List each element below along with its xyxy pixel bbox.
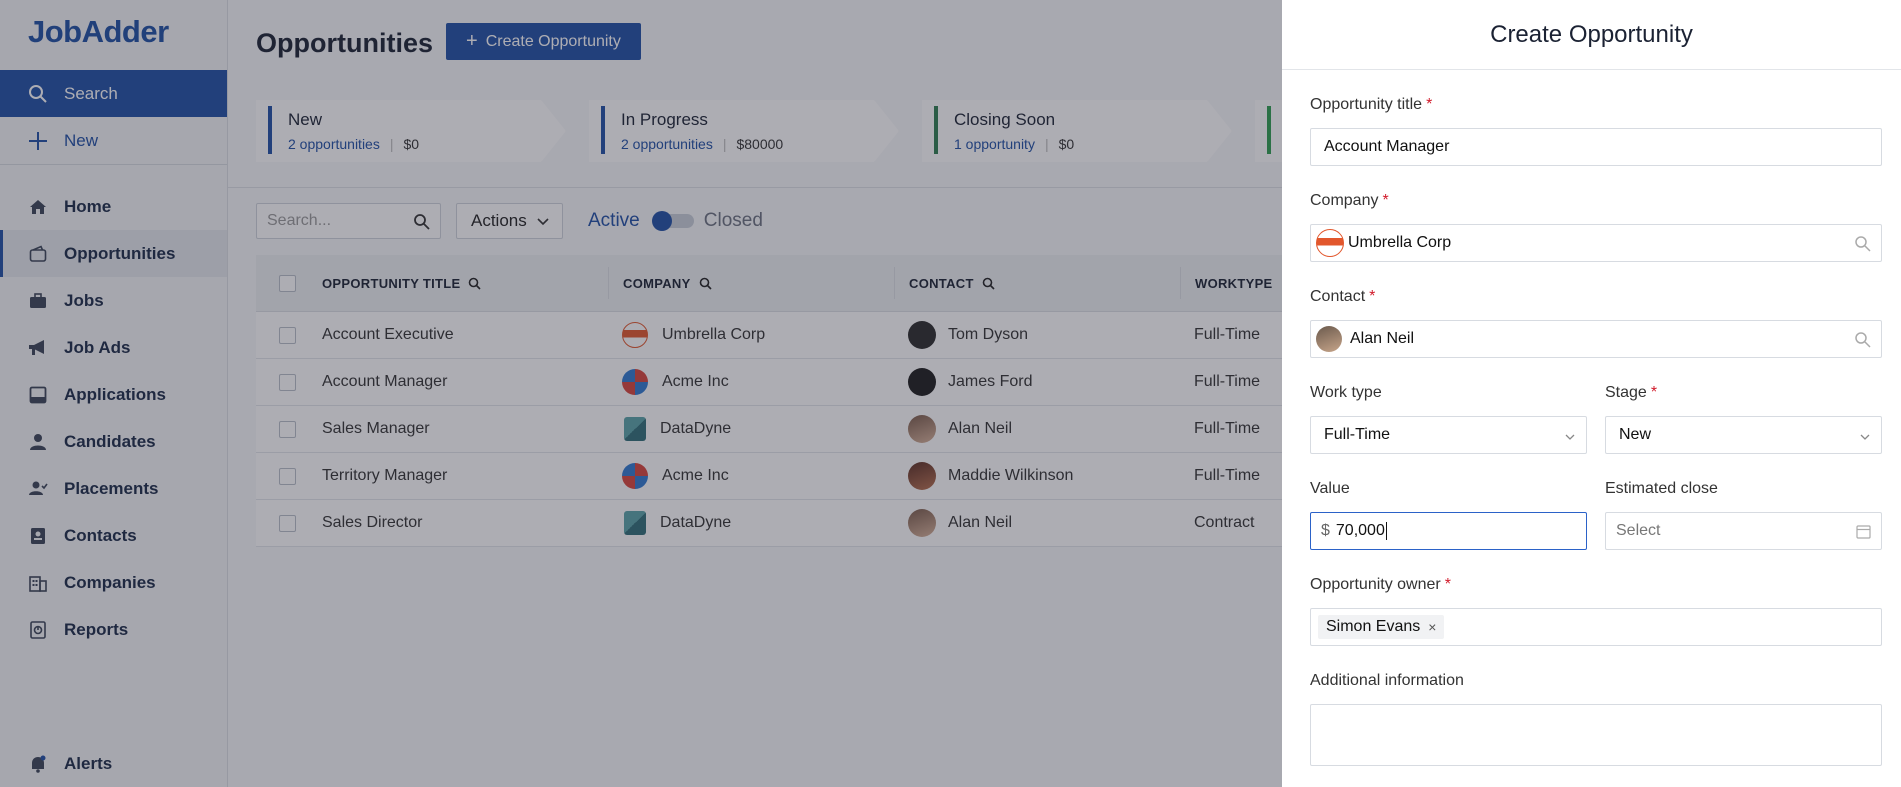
search-icon[interactable] [1854, 235, 1871, 257]
currency-prefix: $ [1321, 522, 1330, 539]
value-input[interactable]: $ 70,000 [1310, 512, 1587, 550]
required-marker: * [1650, 384, 1658, 401]
contact-label: Contact * [1310, 288, 1375, 306]
chip-label: Simon Evans [1326, 618, 1421, 635]
calendar-icon[interactable] [1856, 524, 1871, 544]
opportunity-title-label: Opportunity title * [1310, 96, 1432, 114]
estimated-close-label: Estimated close [1605, 480, 1718, 498]
field-label-text: Work type [1310, 384, 1382, 401]
field-value: 70,000 [1335, 522, 1385, 539]
field-value: New [1619, 426, 1652, 443]
field-label-text: Stage [1605, 384, 1647, 401]
text-caret [1385, 522, 1387, 540]
field-placeholder: Select [1616, 522, 1661, 539]
company-field[interactable]: Umbrella Corp [1310, 224, 1882, 262]
required-marker: * [1426, 96, 1433, 113]
field-value: Umbrella Corp [1348, 234, 1452, 251]
opportunity-owner-field[interactable]: Simon Evans × [1310, 608, 1882, 646]
additional-information-label: Additional information [1310, 672, 1464, 690]
field-label-text: Contact [1310, 288, 1366, 305]
required-marker: * [1382, 192, 1389, 209]
field-value: Account Manager [1324, 138, 1450, 155]
search-icon[interactable] [1854, 331, 1871, 353]
contact-field[interactable]: Alan Neil [1310, 320, 1882, 358]
field-label-text: Company [1310, 192, 1379, 209]
work-type-select[interactable]: Full-Time [1310, 416, 1587, 454]
required-marker: * [1444, 576, 1451, 593]
drawer-title: Create Opportunity [1282, 0, 1901, 70]
close-icon[interactable]: × [1428, 619, 1436, 635]
field-value: Full-Time [1324, 426, 1391, 443]
estimated-close-datepicker[interactable]: Select [1605, 512, 1882, 550]
opportunity-owner-label: Opportunity owner * [1310, 576, 1451, 594]
field-label-text: Value [1310, 480, 1350, 497]
create-opportunity-drawer: Create Opportunity Opportunity title * Ac… [1282, 0, 1901, 787]
company-label: Company * [1310, 192, 1389, 210]
modal-overlay[interactable] [0, 0, 1282, 787]
chevron-down-icon [1859, 430, 1871, 448]
avatar [1316, 326, 1342, 352]
additional-information-textarea[interactable] [1310, 704, 1882, 766]
stage-select[interactable]: New [1605, 416, 1882, 454]
field-label-text: Opportunity title [1310, 96, 1423, 113]
owner-chip: Simon Evans × [1318, 615, 1445, 639]
required-marker: * [1369, 288, 1376, 305]
work-type-label: Work type [1310, 384, 1382, 402]
stage-label: Stage * [1605, 384, 1657, 402]
field-label-text: Estimated close [1605, 480, 1718, 497]
field-label-text: Opportunity owner [1310, 576, 1441, 593]
chevron-down-icon [1564, 430, 1576, 448]
value-label: Value [1310, 480, 1350, 498]
field-label-text: Additional information [1310, 672, 1464, 689]
umbrella-logo-icon [1316, 229, 1344, 257]
field-value: Alan Neil [1350, 330, 1415, 347]
opportunity-title-input[interactable]: Account Manager [1310, 128, 1882, 166]
